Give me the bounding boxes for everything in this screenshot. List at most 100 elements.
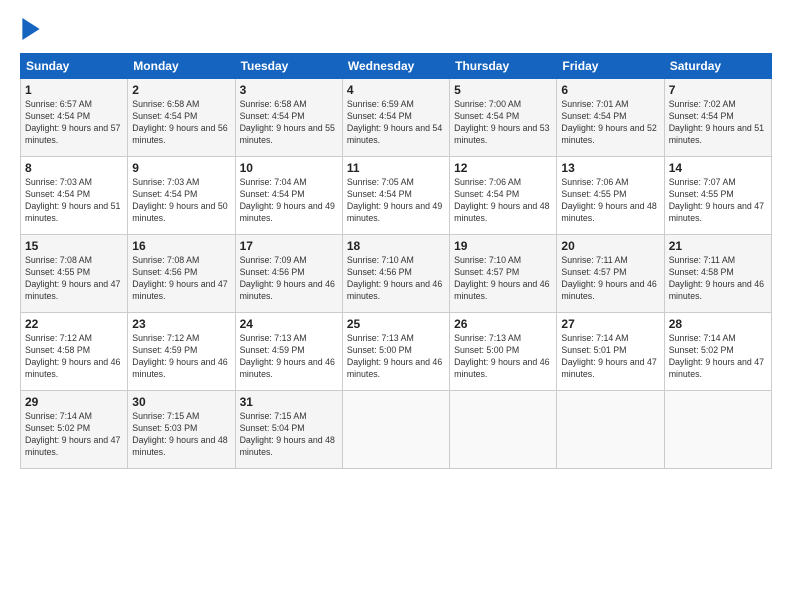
day-number: 6 [561, 83, 659, 97]
calendar-cell: 28 Sunrise: 7:14 AMSunset: 5:02 PMDayligh… [664, 313, 771, 391]
day-number: 16 [132, 239, 230, 253]
day-info: Sunrise: 7:12 AMSunset: 4:59 PMDaylight:… [132, 333, 230, 381]
day-info: Sunrise: 7:15 AMSunset: 5:03 PMDaylight:… [132, 411, 230, 459]
calendar-cell: 22 Sunrise: 7:12 AMSunset: 4:58 PMDayligh… [21, 313, 128, 391]
calendar-cell [664, 391, 771, 469]
day-number: 13 [561, 161, 659, 175]
weekday-header-sunday: Sunday [21, 54, 128, 79]
calendar-week-3: 15 Sunrise: 7:08 AMSunset: 4:55 PMDayligh… [21, 235, 772, 313]
day-info: Sunrise: 6:58 AMSunset: 4:54 PMDaylight:… [240, 99, 338, 147]
calendar-header: SundayMondayTuesdayWednesdayThursdayFrid… [21, 54, 772, 79]
day-info: Sunrise: 7:08 AMSunset: 4:56 PMDaylight:… [132, 255, 230, 303]
day-info: Sunrise: 7:02 AMSunset: 4:54 PMDaylight:… [669, 99, 767, 147]
calendar-cell: 21 Sunrise: 7:11 AMSunset: 4:58 PMDayligh… [664, 235, 771, 313]
day-info: Sunrise: 6:58 AMSunset: 4:54 PMDaylight:… [132, 99, 230, 147]
calendar-cell: 8Sunrise: 7:03 AMSunset: 4:54 PMDaylight… [21, 157, 128, 235]
calendar-cell: 5Sunrise: 7:00 AMSunset: 4:54 PMDaylight… [450, 79, 557, 157]
calendar-cell: 25 Sunrise: 7:13 AMSunset: 5:00 PMDayligh… [342, 313, 449, 391]
calendar-cell: 1 Sunrise: 6:57 AMSunset: 4:54 PMDaylight… [21, 79, 128, 157]
day-info: Sunrise: 7:14 AMSunset: 5:02 PMDaylight:… [669, 333, 767, 381]
day-info: Sunrise: 7:12 AMSunset: 4:58 PMDaylight:… [25, 333, 123, 381]
calendar-cell: 10Sunrise: 7:04 AMSunset: 4:54 PMDayligh… [235, 157, 342, 235]
calendar-cell: 3 Sunrise: 6:58 AMSunset: 4:54 PMDaylight… [235, 79, 342, 157]
calendar-week-5: 29 Sunrise: 7:14 AMSunset: 5:02 PMDayligh… [21, 391, 772, 469]
calendar-cell: 24Sunrise: 7:13 AMSunset: 4:59 PMDayligh… [235, 313, 342, 391]
weekday-header-thursday: Thursday [450, 54, 557, 79]
weekday-header-wednesday: Wednesday [342, 54, 449, 79]
day-info: Sunrise: 7:14 AMSunset: 5:02 PMDaylight:… [25, 411, 123, 459]
calendar-week-1: 1 Sunrise: 6:57 AMSunset: 4:54 PMDaylight… [21, 79, 772, 157]
day-number: 26 [454, 317, 552, 331]
calendar-cell: 18 Sunrise: 7:10 AMSunset: 4:56 PMDayligh… [342, 235, 449, 313]
day-info: Sunrise: 7:04 AMSunset: 4:54 PMDaylight:… [240, 177, 338, 225]
day-info: Sunrise: 7:08 AMSunset: 4:55 PMDaylight:… [25, 255, 123, 303]
header [20, 18, 772, 45]
calendar-cell: 27Sunrise: 7:14 AMSunset: 5:01 PMDayligh… [557, 313, 664, 391]
logo [20, 18, 40, 45]
day-number: 9 [132, 161, 230, 175]
day-number: 22 [25, 317, 123, 331]
day-number: 21 [669, 239, 767, 253]
day-number: 5 [454, 83, 552, 97]
calendar-cell: 31 Sunrise: 7:15 AMSunset: 5:04 PMDayligh… [235, 391, 342, 469]
day-number: 4 [347, 83, 445, 97]
calendar-cell: 14Sunrise: 7:07 AMSunset: 4:55 PMDayligh… [664, 157, 771, 235]
calendar-cell: 13 Sunrise: 7:06 AMSunset: 4:55 PMDayligh… [557, 157, 664, 235]
calendar-cell [450, 391, 557, 469]
day-info: Sunrise: 7:06 AMSunset: 4:54 PMDaylight:… [454, 177, 552, 225]
day-info: Sunrise: 6:57 AMSunset: 4:54 PMDaylight:… [25, 99, 123, 147]
day-number: 25 [347, 317, 445, 331]
day-number: 14 [669, 161, 767, 175]
calendar-cell: 26 Sunrise: 7:13 AMSunset: 5:00 PMDayligh… [450, 313, 557, 391]
day-number: 27 [561, 317, 659, 331]
weekday-header-row: SundayMondayTuesdayWednesdayThursdayFrid… [21, 54, 772, 79]
day-info: Sunrise: 6:59 AMSunset: 4:54 PMDaylight:… [347, 99, 445, 147]
day-number: 8 [25, 161, 123, 175]
calendar-cell: 23 Sunrise: 7:12 AMSunset: 4:59 PMDayligh… [128, 313, 235, 391]
calendar-cell: 29 Sunrise: 7:14 AMSunset: 5:02 PMDayligh… [21, 391, 128, 469]
day-info: Sunrise: 7:10 AMSunset: 4:56 PMDaylight:… [347, 255, 445, 303]
calendar-cell: 7 Sunrise: 7:02 AMSunset: 4:54 PMDaylight… [664, 79, 771, 157]
logo-icon [22, 18, 40, 40]
calendar-cell [342, 391, 449, 469]
day-number: 20 [561, 239, 659, 253]
calendar-cell [557, 391, 664, 469]
day-number: 15 [25, 239, 123, 253]
calendar-table: SundayMondayTuesdayWednesdayThursdayFrid… [20, 53, 772, 469]
calendar-cell: 6 Sunrise: 7:01 AMSunset: 4:54 PMDaylight… [557, 79, 664, 157]
calendar-cell: 17 Sunrise: 7:09 AMSunset: 4:56 PMDayligh… [235, 235, 342, 313]
day-number: 18 [347, 239, 445, 253]
calendar-cell: 9Sunrise: 7:03 AMSunset: 4:54 PMDaylight… [128, 157, 235, 235]
calendar-cell: 4 Sunrise: 6:59 AMSunset: 4:54 PMDaylight… [342, 79, 449, 157]
day-number: 29 [25, 395, 123, 409]
day-info: Sunrise: 7:13 AMSunset: 5:00 PMDaylight:… [347, 333, 445, 381]
day-number: 19 [454, 239, 552, 253]
day-number: 11 [347, 161, 445, 175]
day-info: Sunrise: 7:05 AMSunset: 4:54 PMDaylight:… [347, 177, 445, 225]
calendar-cell: 16 Sunrise: 7:08 AMSunset: 4:56 PMDayligh… [128, 235, 235, 313]
calendar-cell: 15 Sunrise: 7:08 AMSunset: 4:55 PMDayligh… [21, 235, 128, 313]
calendar-week-4: 22 Sunrise: 7:12 AMSunset: 4:58 PMDayligh… [21, 313, 772, 391]
day-info: Sunrise: 7:11 AMSunset: 4:57 PMDaylight:… [561, 255, 659, 303]
day-number: 31 [240, 395, 338, 409]
day-info: Sunrise: 7:01 AMSunset: 4:54 PMDaylight:… [561, 99, 659, 147]
calendar-cell: 2 Sunrise: 6:58 AMSunset: 4:54 PMDaylight… [128, 79, 235, 157]
weekday-header-friday: Friday [557, 54, 664, 79]
day-info: Sunrise: 7:09 AMSunset: 4:56 PMDaylight:… [240, 255, 338, 303]
day-info: Sunrise: 7:06 AMSunset: 4:55 PMDaylight:… [561, 177, 659, 225]
day-number: 3 [240, 83, 338, 97]
day-number: 24 [240, 317, 338, 331]
page: SundayMondayTuesdayWednesdayThursdayFrid… [0, 0, 792, 612]
day-number: 7 [669, 83, 767, 97]
day-number: 2 [132, 83, 230, 97]
day-info: Sunrise: 7:10 AMSunset: 4:57 PMDaylight:… [454, 255, 552, 303]
day-number: 17 [240, 239, 338, 253]
day-info: Sunrise: 7:15 AMSunset: 5:04 PMDaylight:… [240, 411, 338, 459]
weekday-header-monday: Monday [128, 54, 235, 79]
day-number: 28 [669, 317, 767, 331]
day-number: 23 [132, 317, 230, 331]
day-info: Sunrise: 7:11 AMSunset: 4:58 PMDaylight:… [669, 255, 767, 303]
day-info: Sunrise: 7:13 AMSunset: 5:00 PMDaylight:… [454, 333, 552, 381]
day-number: 1 [25, 83, 123, 97]
day-number: 30 [132, 395, 230, 409]
